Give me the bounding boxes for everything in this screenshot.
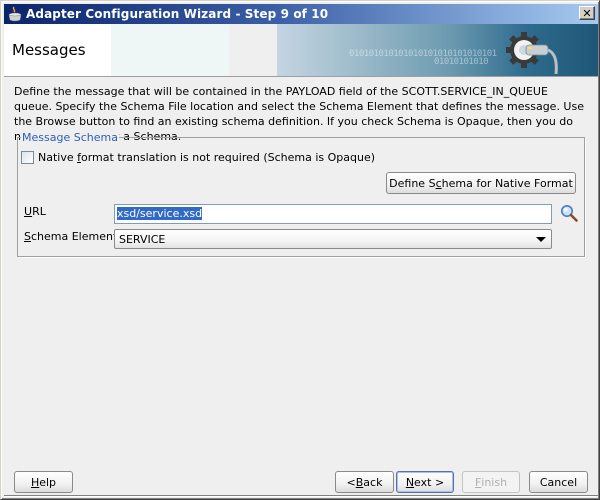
page-title: Messages <box>12 41 86 59</box>
close-icon: ✕ <box>582 6 592 20</box>
schema-element-select[interactable]: SERVICE <box>114 229 552 249</box>
help-button[interactable]: Help <box>14 471 73 493</box>
adapter-gear-icon <box>506 32 558 74</box>
schema-element-label: Schema Element <box>24 230 118 243</box>
close-button[interactable]: ✕ <box>579 6 595 20</box>
chevron-down-icon <box>536 237 546 242</box>
opaque-schema-label[interactable]: Native format translation is not require… <box>38 151 375 164</box>
wizard-window: Adapter Configuration Wizard - Step 9 of… <box>0 0 600 500</box>
back-button[interactable]: < Back <box>335 471 394 493</box>
opaque-schema-checkbox-row[interactable]: Native format translation is not require… <box>21 151 375 164</box>
window-title: Adapter Configuration Wizard - Step 9 of… <box>26 7 329 21</box>
opaque-schema-checkbox[interactable] <box>21 151 34 164</box>
group-legend: Message Schema <box>21 131 119 144</box>
banner-decoration-binary-2: 01010101010 <box>434 57 489 67</box>
url-input[interactable]: xsd/service.xsd <box>114 204 552 224</box>
define-schema-button[interactable]: Define Sc hema for Native Format <box>386 172 576 194</box>
header-banner: Messages 010101010101010101010101010101 … <box>4 24 598 77</box>
title-bar: Adapter Configuration Wizard - Step 9 of… <box>4 4 598 24</box>
next-button[interactable]: Next > <box>396 471 454 493</box>
url-input-value: xsd/service.xsd <box>117 207 203 220</box>
java-cup-icon <box>7 6 23 22</box>
bottom-edge <box>4 495 598 497</box>
finish-button: Finish <box>462 471 520 493</box>
message-schema-group: Message Schema Native format translation… <box>17 131 585 257</box>
cancel-button[interactable]: Cancel <box>529 471 588 493</box>
schema-element-value: SERVICE <box>119 233 166 246</box>
url-label: URL <box>24 205 46 218</box>
browse-search-icon[interactable] <box>560 204 578 222</box>
